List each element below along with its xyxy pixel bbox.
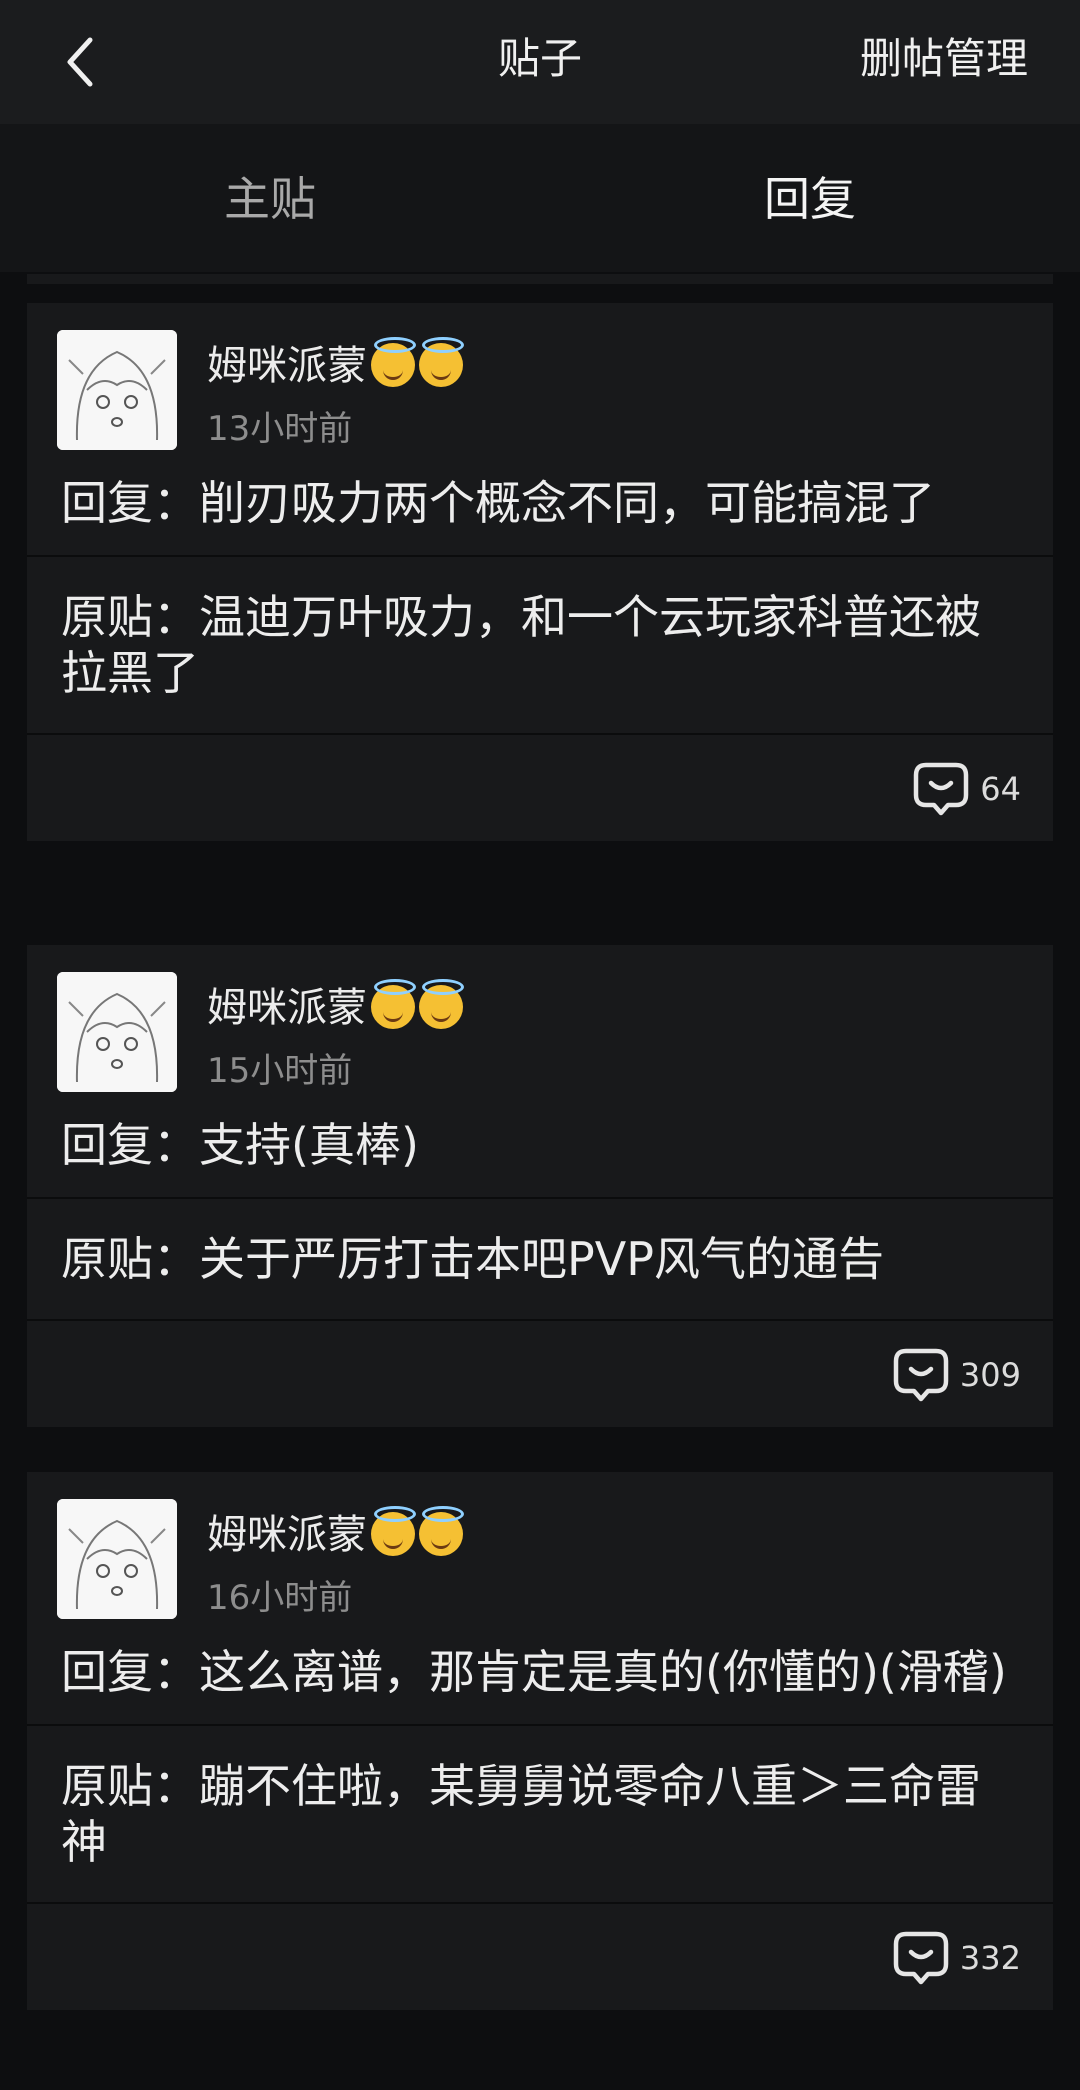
- reply-content[interactable]: 回复：支持(真棒): [27, 1105, 1053, 1197]
- avatar[interactable]: [57, 330, 177, 450]
- comment-count: 64: [980, 770, 1021, 808]
- username-text: 姆咪派蒙: [207, 343, 367, 389]
- top-bar: 贴子 删帖管理: [0, 0, 1080, 124]
- avatar-image: [57, 972, 177, 1092]
- avatar[interactable]: [57, 1499, 177, 1619]
- halo-smile-emoji-icon: [419, 1506, 464, 1556]
- user-row: 姆咪派蒙 16小时前: [27, 1472, 1053, 1632]
- comment-button[interactable]: 309: [892, 1347, 1021, 1403]
- comment-button[interactable]: 332: [892, 1930, 1021, 1986]
- username-text: 姆咪派蒙: [207, 985, 367, 1031]
- username[interactable]: 姆咪派蒙: [207, 975, 464, 1033]
- user-row: 姆咪派蒙 15小时前: [27, 945, 1053, 1105]
- comment-count: 309: [959, 1356, 1021, 1394]
- post-time: 16小时前: [207, 1578, 353, 1618]
- original-post[interactable]: 原贴：关于严厉打击本吧PVP风气的通告: [27, 1199, 1053, 1319]
- comment-bubble-icon: [914, 762, 969, 816]
- post-time: 13小时前: [207, 409, 353, 449]
- comment-bubble-icon: [893, 1348, 949, 1402]
- halo-smile-emoji-icon: [371, 1506, 416, 1556]
- tab-main-post[interactable]: 主贴: [0, 124, 540, 272]
- reply-card[interactable]: 姆咪派蒙 16小时前 回复：这么离谱，那肯定是真的(你懂的)(滑稽) 原贴：蹦不…: [27, 1472, 1053, 2010]
- card-footer: 309: [27, 1321, 1053, 1427]
- comment-button[interactable]: 64: [912, 761, 1021, 817]
- halo-smile-emoji-icon: [371, 979, 416, 1029]
- halo-smile-emoji-icon: [419, 979, 464, 1029]
- username-text: 姆咪派蒙: [207, 1512, 367, 1558]
- card-footer: 332: [27, 1904, 1053, 2010]
- halo-smile-emoji-icon: [419, 337, 464, 387]
- avatar[interactable]: [57, 972, 177, 1092]
- comment-count: 332: [959, 1939, 1021, 1977]
- reply-card[interactable]: 姆咪派蒙 13小时前 回复：削刃吸力两个概念不同，可能搞混了 原贴：温迪万叶吸力…: [27, 303, 1053, 841]
- reply-card[interactable]: 姆咪派蒙 15小时前 回复：支持(真棒) 原贴：关于严厉打击本吧PVP风气的通告…: [27, 945, 1053, 1427]
- previous-card-edge: [27, 274, 1053, 284]
- card-footer: 64: [27, 735, 1053, 841]
- delete-manage-button[interactable]: 删帖管理: [860, 0, 1028, 118]
- avatar-image: [57, 330, 177, 450]
- original-post[interactable]: 原贴：温迪万叶吸力，和一个云玩家科普还被拉黑了: [27, 557, 1053, 733]
- username[interactable]: 姆咪派蒙: [207, 1502, 464, 1560]
- chevron-left-icon: [67, 37, 93, 87]
- halo-smile-emoji-icon: [371, 337, 416, 387]
- reply-content[interactable]: 回复：削刃吸力两个概念不同，可能搞混了: [27, 463, 1053, 555]
- tab-replies[interactable]: 回复: [540, 124, 1080, 272]
- avatar-image: [57, 1499, 177, 1619]
- reply-content[interactable]: 回复：这么离谱，那肯定是真的(你懂的)(滑稽): [27, 1632, 1053, 1724]
- comment-bubble-icon: [893, 1931, 949, 1985]
- tab-bar: 主贴 回复: [0, 124, 1080, 395]
- back-button[interactable]: [40, 22, 120, 102]
- original-post[interactable]: 原贴：蹦不住啦，某舅舅说零命八重＞三命雷神: [27, 1726, 1053, 1902]
- post-time: 15小时前: [207, 1051, 353, 1091]
- username[interactable]: 姆咪派蒙: [207, 333, 464, 391]
- user-row: 姆咪派蒙 13小时前: [27, 303, 1053, 463]
